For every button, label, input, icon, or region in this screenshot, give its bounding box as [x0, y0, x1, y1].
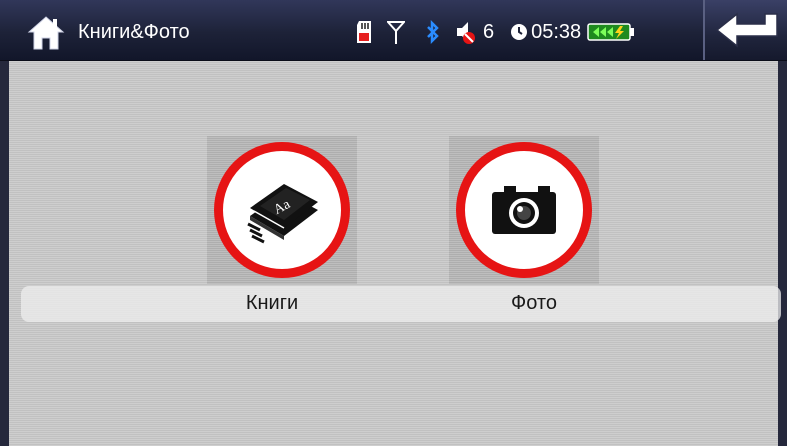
- books-tile[interactable]: Aa: [207, 136, 357, 284]
- sd-card-icon: [357, 21, 371, 43]
- title-bar: Книги&Фото 6 05:38: [0, 0, 787, 61]
- book-icon: Aa: [247, 184, 318, 244]
- camera-icon: [492, 186, 556, 234]
- photo-app[interactable]: Фото: [449, 136, 599, 321]
- photo-circle: [456, 142, 592, 278]
- battery-charging-icon: [587, 23, 635, 41]
- books-label: Книги: [245, 292, 299, 314]
- page-title: Книги&Фото: [78, 21, 190, 43]
- home-icon[interactable]: [26, 14, 66, 52]
- photo-tile[interactable]: [449, 136, 599, 284]
- label-strip: [21, 286, 781, 322]
- volume-value: 6: [483, 20, 495, 43]
- clock-time: 05:38: [531, 20, 582, 43]
- content-area: Aa Книги Фото: [0, 61, 787, 446]
- antenna-icon: [387, 21, 405, 44]
- back-button[interactable]: [703, 0, 787, 60]
- status-bar: 6 05:38: [355, 14, 700, 50]
- books-app[interactable]: Aa Книги: [207, 136, 357, 321]
- volume-muted-icon: [457, 22, 475, 44]
- back-arrow-icon: [715, 12, 778, 48]
- books-circle: Aa: [214, 142, 350, 278]
- photo-label: Фото: [511, 292, 557, 314]
- bluetooth-icon: [427, 20, 439, 44]
- clock-icon: [511, 24, 528, 40]
- device-screen: Книги&Фото 6 05:38 Aa Книги Фото: [0, 0, 787, 446]
